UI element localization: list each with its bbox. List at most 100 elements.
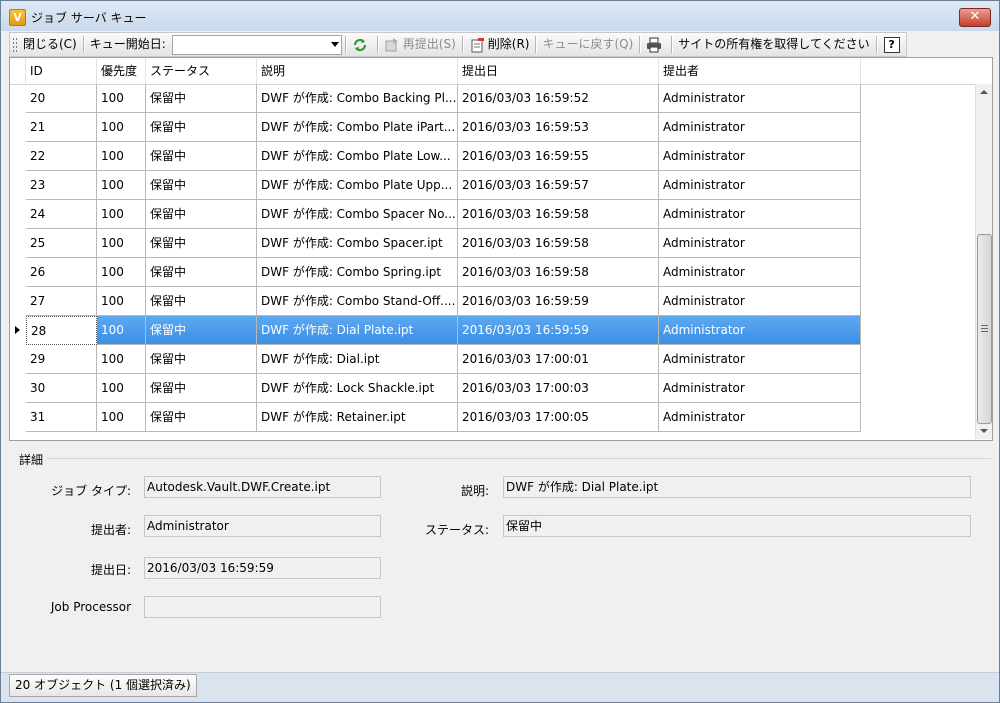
table-cell[interactable]: 27 <box>26 287 97 316</box>
job-processor-field[interactable] <box>144 596 381 618</box>
table-cell[interactable]: Administrator <box>659 374 861 403</box>
table-row[interactable]: 25 100 保留中 DWF が作成: Combo Spacer.ipt 2016/03… <box>10 229 870 258</box>
table-cell[interactable]: 2016/03/03 16:59:55 <box>458 142 659 171</box>
table-cell[interactable]: Administrator <box>659 287 861 316</box>
table-cell[interactable]: Administrator <box>659 316 861 345</box>
table-cell[interactable]: 2016/03/03 17:00:05 <box>458 403 659 432</box>
table-cell[interactable]: Administrator <box>659 200 861 229</box>
table-row[interactable]: 23 100 保留中 DWF が作成: Combo Plate Upp... 2016/… <box>10 171 870 200</box>
table-cell[interactable]: 28 <box>26 316 97 345</box>
table-cell[interactable]: 100 <box>97 345 146 374</box>
table-row[interactable]: 29 100 保留中 DWF が作成: Dial.ipt 2016/03/03 17:0… <box>10 345 870 374</box>
table-cell[interactable]: 2016/03/03 16:59:52 <box>458 84 659 113</box>
table-cell[interactable]: 保留中 <box>146 374 257 403</box>
table-cell[interactable]: 25 <box>26 229 97 258</box>
row-header[interactable] <box>10 142 26 171</box>
table-cell[interactable]: DWF が作成: Combo Stand-Off.... <box>257 287 458 316</box>
table-cell[interactable]: 保留中 <box>146 345 257 374</box>
resubmit-button[interactable]: 再提出(S) <box>381 35 459 54</box>
table-cell[interactable]: 100 <box>97 171 146 200</box>
scroll-up-arrow-icon[interactable] <box>980 90 988 94</box>
row-header[interactable] <box>10 200 26 229</box>
table-cell[interactable]: 24 <box>26 200 97 229</box>
table-cell[interactable]: Administrator <box>659 229 861 258</box>
title-bar[interactable]: V ジョブ サーバ キュー ✕ <box>1 1 999 31</box>
table-cell[interactable]: DWF が作成: Dial.ipt <box>257 345 458 374</box>
table-cell[interactable]: 21 <box>26 113 97 142</box>
table-cell[interactable]: Administrator <box>659 142 861 171</box>
table-row[interactable]: 27 100 保留中 DWF が作成: Combo Stand-Off.... 2016… <box>10 287 870 316</box>
description-field[interactable]: DWF が作成: Dial Plate.ipt <box>503 476 971 498</box>
column-header[interactable]: 提出者 <box>659 58 861 84</box>
table-row[interactable]: 28 100 保留中 DWF が作成: Dial Plate.ipt 2016/03/0… <box>10 316 870 345</box>
table-cell[interactable]: DWF が作成: Retainer.ipt <box>257 403 458 432</box>
table-row[interactable]: 24 100 保留中 DWF が作成: Combo Spacer No... 2016/… <box>10 200 870 229</box>
table-cell[interactable]: 2016/03/03 16:59:58 <box>458 200 659 229</box>
chevron-down-icon[interactable] <box>330 41 339 47</box>
table-cell[interactable]: 100 <box>97 316 146 345</box>
print-button[interactable] <box>643 35 668 54</box>
scroll-down-arrow-icon[interactable] <box>980 429 988 433</box>
table-cell[interactable]: Administrator <box>659 113 861 142</box>
close-button[interactable]: 閉じる(C) <box>20 35 80 54</box>
toolbar-grip[interactable] <box>12 36 18 53</box>
table-cell[interactable]: 100 <box>97 258 146 287</box>
table-cell[interactable]: DWF が作成: Combo Plate Low... <box>257 142 458 171</box>
table-cell[interactable]: DWF が作成: Combo Plate Upp... <box>257 171 458 200</box>
table-cell[interactable]: DWF が作成: Combo Spacer No... <box>257 200 458 229</box>
table-cell[interactable]: 2016/03/03 16:59:59 <box>458 287 659 316</box>
table-cell[interactable]: 保留中 <box>146 200 257 229</box>
table-cell[interactable]: 保留中 <box>146 142 257 171</box>
table-cell[interactable]: 保留中 <box>146 113 257 142</box>
job-type-field[interactable]: Autodesk.Vault.DWF.Create.ipt <box>144 476 381 498</box>
column-header[interactable]: 提出日 <box>458 58 659 84</box>
row-header[interactable] <box>10 403 26 432</box>
table-cell[interactable]: Administrator <box>659 171 861 200</box>
table-cell[interactable]: DWF が作成: Combo Backing Pl... <box>257 84 458 113</box>
table-cell[interactable]: 保留中 <box>146 287 257 316</box>
table-cell[interactable]: 保留中 <box>146 171 257 200</box>
table-cell[interactable]: 100 <box>97 374 146 403</box>
table-cell[interactable]: 2016/03/03 17:00:03 <box>458 374 659 403</box>
row-header[interactable] <box>10 316 26 345</box>
row-header[interactable] <box>10 258 26 287</box>
table-cell[interactable]: 2016/03/03 16:59:57 <box>458 171 659 200</box>
table-cell[interactable]: 100 <box>97 113 146 142</box>
row-header[interactable] <box>10 171 26 200</box>
table-cell[interactable]: 保留中 <box>146 316 257 345</box>
table-cell[interactable]: DWF が作成: Lock Shackle.ipt <box>257 374 458 403</box>
table-cell[interactable]: 2016/03/03 16:59:58 <box>458 258 659 287</box>
row-header[interactable] <box>10 374 26 403</box>
table-cell[interactable]: 保留中 <box>146 403 257 432</box>
vertical-scrollbar[interactable] <box>975 84 992 439</box>
table-cell[interactable]: DWF が作成: Dial Plate.ipt <box>257 316 458 345</box>
table-row[interactable]: 26 100 保留中 DWF が作成: Combo Spring.ipt 2016/03… <box>10 258 870 287</box>
table-cell[interactable]: 20 <box>26 84 97 113</box>
return-to-queue-button[interactable]: キューに戻す(Q) <box>539 35 636 54</box>
table-row[interactable]: 21 100 保留中 DWF が作成: Combo Plate iPart... 201… <box>10 113 870 142</box>
start-date-dropdown[interactable] <box>171 34 342 55</box>
column-header[interactable]: 説明 <box>257 58 458 84</box>
table-cell[interactable]: 29 <box>26 345 97 374</box>
row-header[interactable] <box>10 113 26 142</box>
table-cell[interactable]: 保留中 <box>146 258 257 287</box>
help-icon[interactable]: ? <box>883 36 900 53</box>
submitter-field[interactable]: Administrator <box>144 515 381 537</box>
column-header[interactable]: ステータス <box>146 58 257 84</box>
row-header[interactable] <box>10 345 26 374</box>
table-row[interactable]: 31 100 保留中 DWF が作成: Retainer.ipt 2016/03/03 … <box>10 403 870 432</box>
table-cell[interactable]: 2016/03/03 16:59:58 <box>458 229 659 258</box>
row-header[interactable] <box>10 229 26 258</box>
scrollbar-thumb[interactable] <box>977 234 992 424</box>
table-cell[interactable]: 100 <box>97 200 146 229</box>
table-cell[interactable]: 100 <box>97 287 146 316</box>
table-cell[interactable]: Administrator <box>659 345 861 374</box>
table-cell[interactable]: 2016/03/03 16:59:53 <box>458 113 659 142</box>
table-cell[interactable]: 保留中 <box>146 229 257 258</box>
table-cell[interactable]: 30 <box>26 374 97 403</box>
delete-button[interactable]: 削除(R) <box>466 35 533 54</box>
table-row[interactable]: 20 100 保留中 DWF が作成: Combo Backing Pl... 2016… <box>10 84 870 113</box>
take-site-ownership-button[interactable]: サイトの所有権を取得してください <box>675 35 872 54</box>
column-header[interactable]: 優先度 <box>97 58 146 84</box>
table-cell[interactable]: DWF が作成: Combo Plate iPart... <box>257 113 458 142</box>
